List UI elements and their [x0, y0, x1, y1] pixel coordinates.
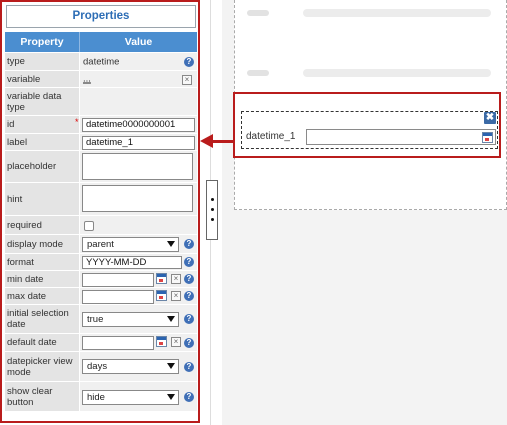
help-icon[interactable]: ?	[184, 56, 194, 67]
row-min-date: min date × ?	[5, 271, 197, 288]
property-label: id	[5, 116, 79, 133]
row-label: label datetime_1	[5, 134, 197, 151]
property-label: min date	[5, 271, 79, 287]
variable-link[interactable]: ...	[83, 74, 91, 85]
datetime-field-label: datetime_1	[246, 131, 296, 142]
property-label: placeholder	[5, 151, 79, 182]
show-clear-button-select[interactable]: hide	[82, 390, 179, 405]
dot	[211, 198, 214, 201]
dot	[211, 218, 214, 221]
properties-panel: Properties Property Value type datetime …	[0, 0, 200, 423]
label-input[interactable]: datetime_1	[82, 136, 195, 150]
property-label: variable	[5, 71, 79, 87]
row-initial-selection-date: initial selection date true ?	[5, 305, 197, 334]
display-mode-select[interactable]: parent	[82, 237, 179, 252]
default-date-input[interactable]	[82, 336, 154, 350]
help-icon[interactable]: ?	[184, 314, 194, 324]
panel-title: Properties	[6, 5, 196, 28]
field-placeholder	[247, 70, 269, 76]
property-label: display mode	[5, 235, 79, 253]
row-hint: hint	[5, 183, 197, 216]
datetime-field-input[interactable]	[306, 129, 496, 145]
max-date-input[interactable]	[82, 290, 154, 304]
help-icon[interactable]: ?	[184, 391, 194, 402]
row-datepicker-view-mode: datepicker view mode days ?	[5, 352, 197, 382]
row-variable-data-type: variable data type	[5, 88, 197, 116]
dot	[211, 208, 214, 211]
row-max-date: max date × ?	[5, 288, 197, 305]
required-marker: *	[75, 117, 79, 127]
format-input[interactable]: YYYY-MM-DD	[82, 256, 182, 269]
dropdown-arrow-icon	[167, 316, 175, 322]
help-icon[interactable]: ?	[184, 361, 194, 372]
row-type: type datetime ?	[5, 53, 197, 71]
calendar-icon[interactable]	[482, 132, 493, 143]
row-id: id * datetime0000000001	[5, 116, 197, 134]
row-variable: variable ... ×	[5, 71, 197, 88]
row-required: required	[5, 216, 197, 235]
required-checkbox[interactable]	[84, 221, 94, 231]
initial-selection-date-select[interactable]: true	[82, 312, 179, 327]
property-label: show clear button	[5, 382, 79, 411]
property-label: required	[5, 216, 79, 234]
row-default-date: default date × ?	[5, 334, 197, 352]
help-icon[interactable]: ?	[184, 239, 194, 249]
field-placeholder	[303, 9, 491, 17]
properties-table: type datetime ? variable ... × variable …	[5, 53, 197, 412]
help-icon[interactable]: ?	[184, 257, 194, 267]
remove-field-icon[interactable]: ✖	[484, 112, 496, 124]
property-label: initial selection date	[5, 305, 79, 333]
dropdown-arrow-icon	[167, 241, 175, 247]
property-label: variable data type	[5, 88, 79, 115]
calendar-icon[interactable]	[156, 290, 167, 301]
clear-icon[interactable]: ×	[171, 274, 181, 284]
placeholder-textarea[interactable]	[82, 153, 193, 180]
clear-icon[interactable]: ×	[182, 75, 192, 85]
calendar-icon[interactable]	[156, 336, 167, 347]
property-label: hint	[5, 183, 79, 215]
type-value: datetime	[83, 56, 120, 67]
field-placeholder	[303, 69, 491, 77]
column-header-value: Value	[124, 36, 153, 48]
help-icon[interactable]: ?	[184, 337, 194, 348]
clear-icon[interactable]: ×	[171, 337, 181, 347]
dropdown-arrow-icon	[167, 394, 175, 400]
min-date-input[interactable]	[82, 273, 154, 287]
dropdown-arrow-icon	[167, 363, 175, 369]
field-placeholder	[247, 10, 269, 16]
pointer-arrow	[212, 140, 234, 143]
clear-icon[interactable]: ×	[171, 291, 181, 301]
id-input[interactable]: datetime0000000001	[82, 118, 195, 132]
table-header: Property Value	[5, 32, 197, 52]
column-header-property: Property	[5, 32, 80, 52]
property-label: format	[5, 254, 79, 270]
property-label: label	[5, 134, 79, 150]
row-show-clear-button: show clear button hide ?	[5, 382, 197, 412]
property-label: datepicker view mode	[5, 352, 79, 381]
row-placeholder: placeholder	[5, 151, 197, 183]
calendar-icon[interactable]	[156, 273, 167, 284]
row-format: format YYYY-MM-DD ?	[5, 254, 197, 271]
splitter-handle[interactable]	[206, 180, 218, 240]
property-label: default date	[5, 334, 79, 351]
property-label: max date	[5, 288, 79, 304]
pointer-arrow-head	[200, 134, 213, 148]
help-icon[interactable]: ?	[184, 274, 194, 284]
datepicker-view-mode-select[interactable]: days	[82, 359, 179, 374]
help-icon[interactable]: ?	[184, 291, 194, 301]
row-display-mode: display mode parent ?	[5, 235, 197, 254]
property-label: type	[5, 53, 79, 70]
hint-textarea[interactable]	[82, 185, 193, 212]
